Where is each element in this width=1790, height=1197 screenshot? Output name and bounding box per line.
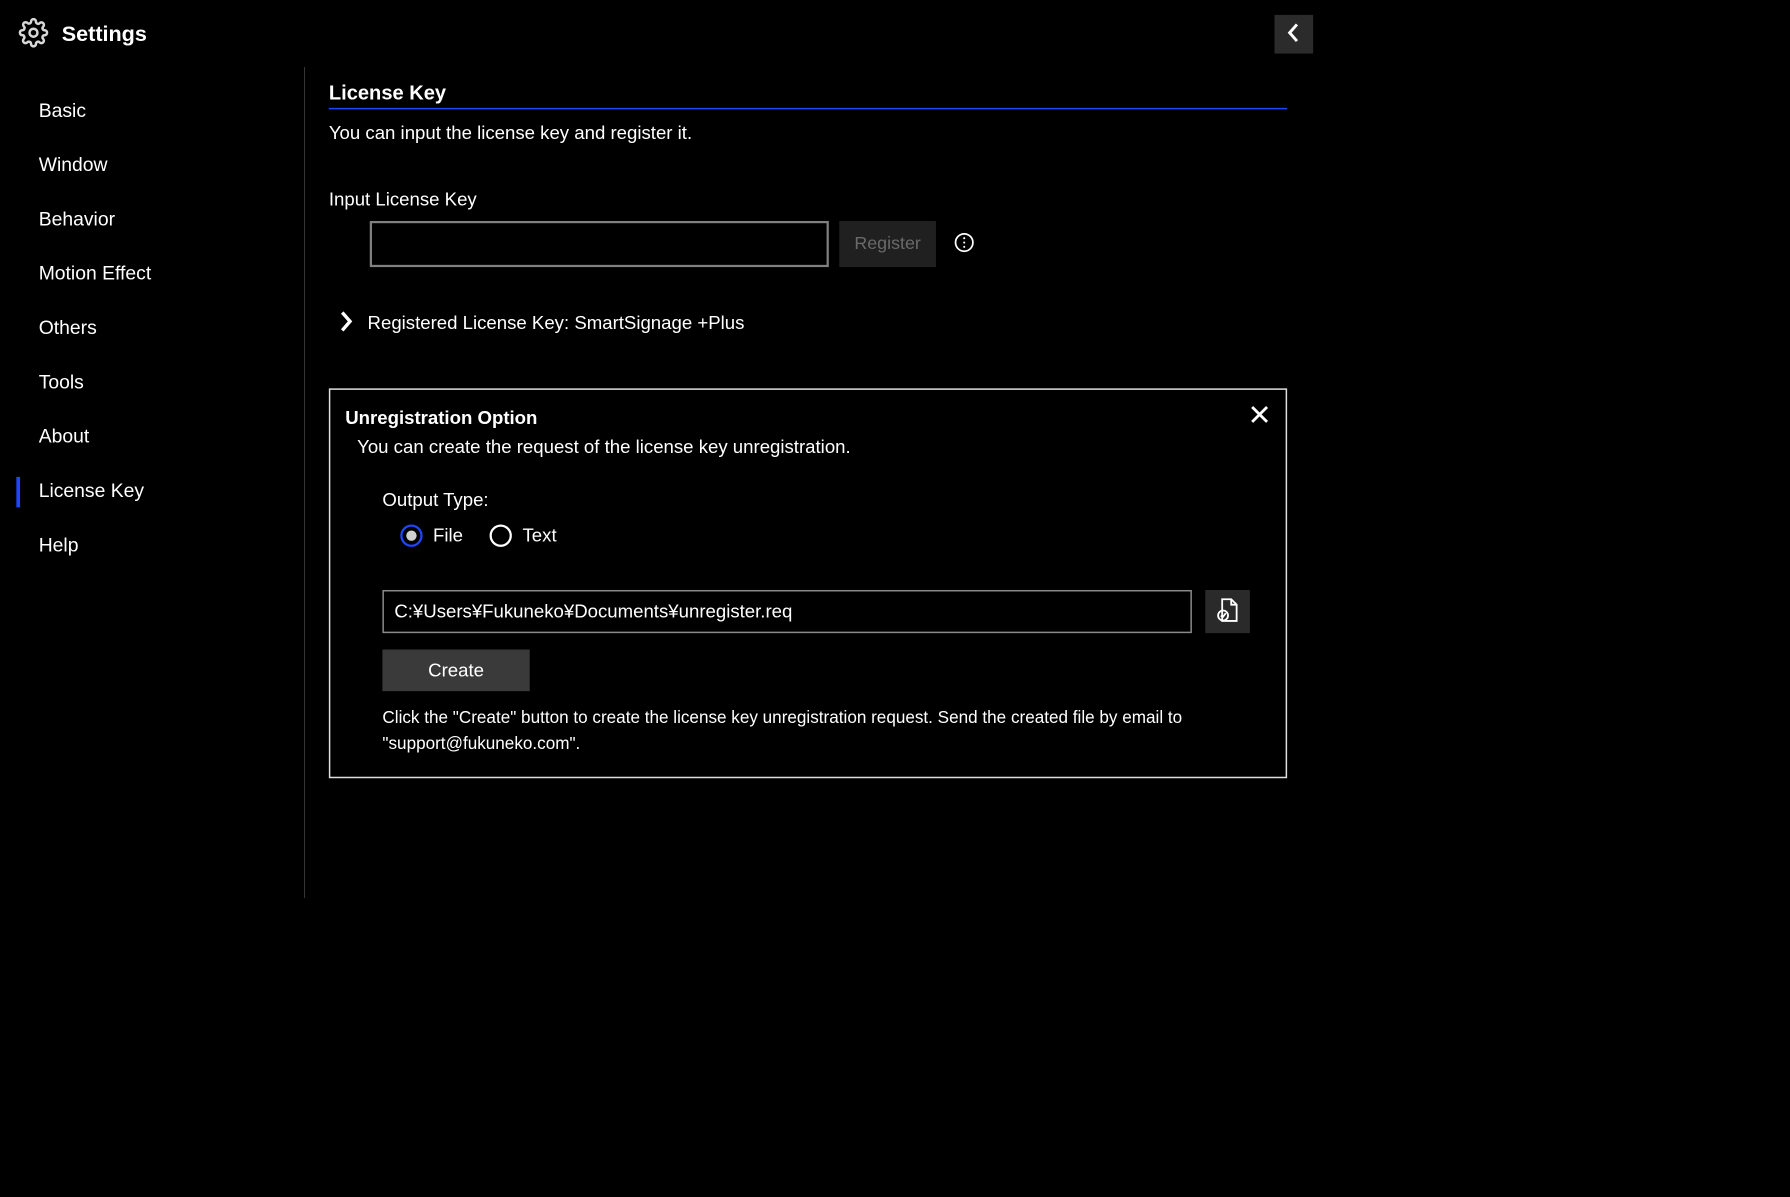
main-content: License Key You can input the license ke… — [305, 67, 1332, 898]
radio-row: File Text — [382, 525, 1264, 547]
sidebar-item-label: Behavior — [39, 208, 115, 230]
radio-text[interactable]: Text — [490, 525, 557, 547]
sidebar-item-label: Motion Effect — [39, 262, 152, 284]
hint-text: Click the "Create" button to create the … — [382, 705, 1264, 756]
sidebar-item-label: Window — [39, 153, 108, 175]
back-button[interactable] — [1274, 15, 1313, 54]
register-button-label: Register — [854, 234, 920, 255]
create-button[interactable]: Create — [382, 650, 529, 692]
close-icon[interactable] — [1248, 403, 1270, 425]
sidebar-item-label: About — [39, 425, 90, 447]
radio-button-icon — [490, 525, 512, 547]
sidebar-item-others[interactable]: Others — [0, 301, 304, 355]
section-title: License Key — [329, 82, 1287, 110]
output-type-label: Output Type: — [382, 490, 1264, 512]
license-input-row: Register — [329, 221, 1287, 267]
create-button-label: Create — [428, 660, 484, 682]
sidebar-item-label: Tools — [39, 371, 84, 393]
info-icon[interactable] — [946, 232, 974, 257]
panel-desc: You can create the request of the licens… — [345, 437, 1265, 459]
sidebar: Basic Window Behavior Motion Effect Othe… — [0, 67, 305, 898]
radio-text-label: Text — [523, 525, 557, 547]
app-header: Settings — [0, 0, 1332, 67]
input-license-label: Input License Key — [329, 189, 1287, 211]
registered-key-toggle[interactable]: Registered License Key: SmartSignage +Pl… — [329, 310, 1287, 336]
browse-button[interactable] — [1205, 590, 1250, 633]
sidebar-item-about[interactable]: About — [0, 409, 304, 463]
sidebar-item-label: Others — [39, 316, 97, 338]
chevron-left-icon — [1287, 22, 1300, 47]
radio-button-icon — [400, 525, 422, 547]
license-key-input[interactable] — [370, 221, 829, 267]
header-left: Settings — [19, 17, 147, 50]
sidebar-item-basic[interactable]: Basic — [0, 83, 304, 137]
sidebar-item-help[interactable]: Help — [0, 518, 304, 572]
sidebar-item-license-key[interactable]: License Key — [0, 464, 304, 518]
radio-file[interactable]: File — [400, 525, 463, 547]
section-desc: You can input the license key and regist… — [329, 123, 1287, 145]
output-block: Output Type: File Text — [345, 490, 1265, 756]
registered-key-text: Registered License Key: SmartSignage +Pl… — [368, 312, 745, 334]
content-wrap: Basic Window Behavior Motion Effect Othe… — [0, 67, 1332, 898]
sidebar-item-label: Help — [39, 533, 79, 555]
sidebar-item-motion-effect[interactable]: Motion Effect — [0, 246, 304, 300]
panel-title: Unregistration Option — [345, 408, 1265, 430]
sidebar-item-label: License Key — [39, 479, 144, 501]
chevron-right-icon — [339, 310, 354, 336]
unregistration-panel: Unregistration Option You can create the… — [329, 388, 1287, 778]
registered-key-label: Registered License Key: — [368, 312, 575, 333]
page-title: Settings — [62, 22, 147, 47]
sidebar-item-tools[interactable]: Tools — [0, 355, 304, 409]
sidebar-item-behavior[interactable]: Behavior — [0, 192, 304, 246]
path-row — [382, 590, 1264, 633]
file-save-icon — [1216, 597, 1238, 626]
output-path-input[interactable] — [382, 590, 1191, 633]
radio-file-label: File — [433, 525, 463, 547]
register-button[interactable]: Register — [839, 221, 936, 267]
sidebar-item-label: Basic — [39, 99, 86, 121]
registered-key-value: SmartSignage +Plus — [574, 312, 744, 333]
gear-icon — [19, 17, 49, 50]
sidebar-item-window[interactable]: Window — [0, 138, 304, 192]
